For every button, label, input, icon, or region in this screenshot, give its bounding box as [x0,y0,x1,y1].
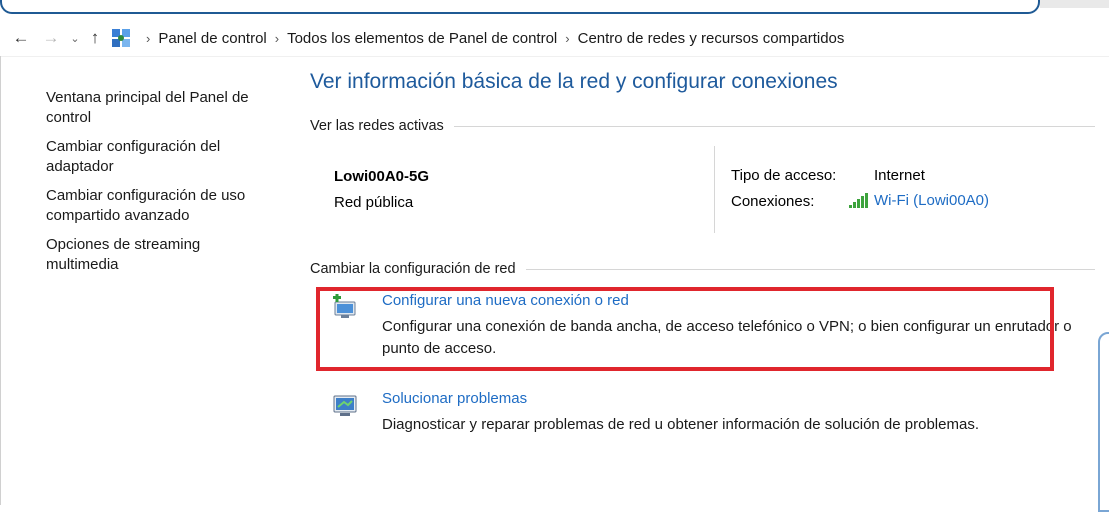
heading-rule [453,125,1095,127]
network-name: Lowi00A0-5G [334,168,430,185]
active-networks-heading-text: Ver las redes activas [310,118,444,134]
network-type: Red pública [334,194,414,211]
access-type-label: Tipo de acceso: [731,167,837,184]
connections-label: Conexiones: [731,193,815,210]
change-settings-heading-text: Cambiar la configuración de red [310,261,516,277]
breadcrumb-separator: › [146,30,151,46]
control-panel-icon[interactable] [110,27,132,49]
back-arrow-icon[interactable]: ← [10,28,32,48]
breadcrumb-separator: › [565,30,570,46]
troubleshoot-desc: Diagnosticar y reparar problemas de red … [382,416,979,433]
sidebar-item-cambiar-adaptador[interactable]: Cambiar configuración del adaptador [46,137,276,177]
highlight-box [316,287,1054,371]
right-edge-panel [1098,332,1109,512]
sidebar-item-uso-compartido[interactable]: Cambiar configuración de uso compartido … [46,186,276,226]
toolbar-divider [0,56,1109,57]
address-toolbar: ← → ⌄ ↑ › Panel de control › Todos los e… [0,22,1109,54]
breadcrumb-item-centro-de-redes[interactable]: Centro de redes y recursos compartidos [578,30,845,47]
wifi-signal-icon [849,193,868,209]
change-settings-heading: Cambiar la configuración de red [310,261,1095,277]
top-gray-strip [1040,0,1109,8]
sidebar-item-streaming[interactable]: Opciones de streaming multimedia [46,235,276,275]
network-separator [714,146,715,233]
sidebar: Ventana principal del Panel de control C… [46,88,276,284]
window-left-edge [0,56,1,505]
top-callout-border [0,0,1040,14]
main-content: Ver información básica de la red y confi… [310,70,1100,433]
breadcrumb-item-panel-de-control[interactable]: Panel de control [158,30,266,47]
forward-arrow-icon[interactable]: → [40,28,62,48]
breadcrumb-separator: › [274,30,280,46]
heading-rule [525,268,1095,270]
connections-value[interactable]: Wi-Fi (Lowi00A0) [848,192,989,209]
chevron-down-icon[interactable]: ⌄ [66,32,84,45]
access-type-value: Internet [874,167,925,184]
troubleshoot-icon [333,395,357,416]
connections-link[interactable]: Wi-Fi (Lowi00A0) [874,192,989,209]
troubleshoot-link[interactable]: Solucionar problemas [382,390,527,407]
breadcrumb-item-todos-los-elementos[interactable]: Todos los elementos de Panel de control [287,30,557,47]
page-title: Ver información básica de la red y confi… [310,70,838,93]
up-arrow-icon[interactable]: ↑ [84,28,106,48]
sidebar-item-panel-principal[interactable]: Ventana principal del Panel de control [46,88,276,128]
active-networks-heading: Ver las redes activas [310,118,1095,134]
